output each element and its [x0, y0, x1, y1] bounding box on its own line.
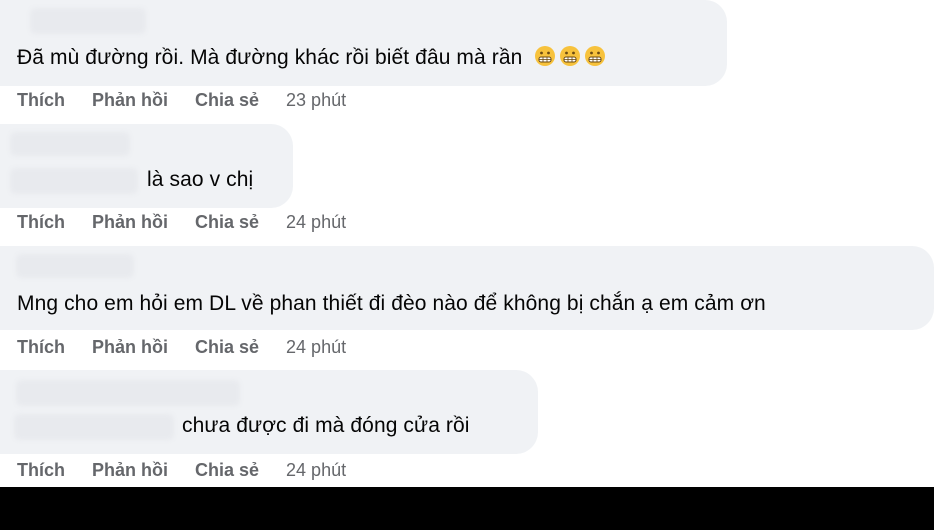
- like-button[interactable]: Thích: [17, 212, 65, 233]
- comment-actions: Thích Phản hồi Chia sẻ 23 phút: [17, 90, 346, 111]
- footer-black-bar: [0, 487, 934, 530]
- comment-timestamp[interactable]: 24 phút: [286, 460, 346, 481]
- grimacing-face-icon: [585, 46, 606, 66]
- redacted-author-name: [10, 132, 130, 156]
- redacted-mention: [10, 168, 138, 194]
- share-button[interactable]: Chia sẻ: [195, 337, 259, 358]
- comment-text: chưa được đi mà đóng cửa rồi: [182, 414, 470, 437]
- comment-bubble: Đã mù đường rồi. Mà đường khác rồi biết …: [0, 0, 727, 86]
- comment-actions: Thích Phản hồi Chia sẻ 24 phút: [17, 212, 346, 233]
- comment-timestamp[interactable]: 24 phút: [286, 212, 346, 233]
- redacted-author-name: [30, 8, 146, 34]
- comment-bubble: chưa được đi mà đóng cửa rồi: [0, 370, 538, 454]
- like-button[interactable]: Thích: [17, 337, 65, 358]
- share-button[interactable]: Chia sẻ: [195, 212, 259, 233]
- reply-button[interactable]: Phản hồi: [92, 337, 168, 358]
- grimacing-face-icon: [560, 46, 581, 66]
- comment-actions: Thích Phản hồi Chia sẻ 24 phút: [17, 337, 346, 358]
- like-button[interactable]: Thích: [17, 460, 65, 481]
- comment-text: Đã mù đường rồi. Mà đường khác rồi biết …: [17, 45, 606, 70]
- redacted-author-name: [16, 380, 240, 406]
- share-button[interactable]: Chia sẻ: [195, 460, 259, 481]
- comment-text-content: Đã mù đường rồi. Mà đường khác rồi biết …: [17, 46, 523, 69]
- reply-button[interactable]: Phản hồi: [92, 90, 168, 111]
- reply-button[interactable]: Phản hồi: [92, 460, 168, 481]
- comment-bubble: là sao v chị: [0, 124, 293, 208]
- comment-timestamp[interactable]: 23 phút: [286, 90, 346, 111]
- share-button[interactable]: Chia sẻ: [195, 90, 259, 111]
- grimacing-face-icon: [535, 46, 556, 66]
- comment-timestamp[interactable]: 24 phút: [286, 337, 346, 358]
- redacted-mention: [14, 414, 174, 440]
- comment-bubble: Mng cho em hỏi em DL về phan thiết đi đè…: [0, 246, 934, 330]
- redacted-author-name: [16, 254, 134, 278]
- comment-text: là sao v chị: [147, 168, 254, 191]
- comment-actions: Thích Phản hồi Chia sẻ 24 phút: [17, 460, 346, 481]
- like-button[interactable]: Thích: [17, 90, 65, 111]
- reply-button[interactable]: Phản hồi: [92, 212, 168, 233]
- comment-text: Mng cho em hỏi em DL về phan thiết đi đè…: [17, 292, 766, 315]
